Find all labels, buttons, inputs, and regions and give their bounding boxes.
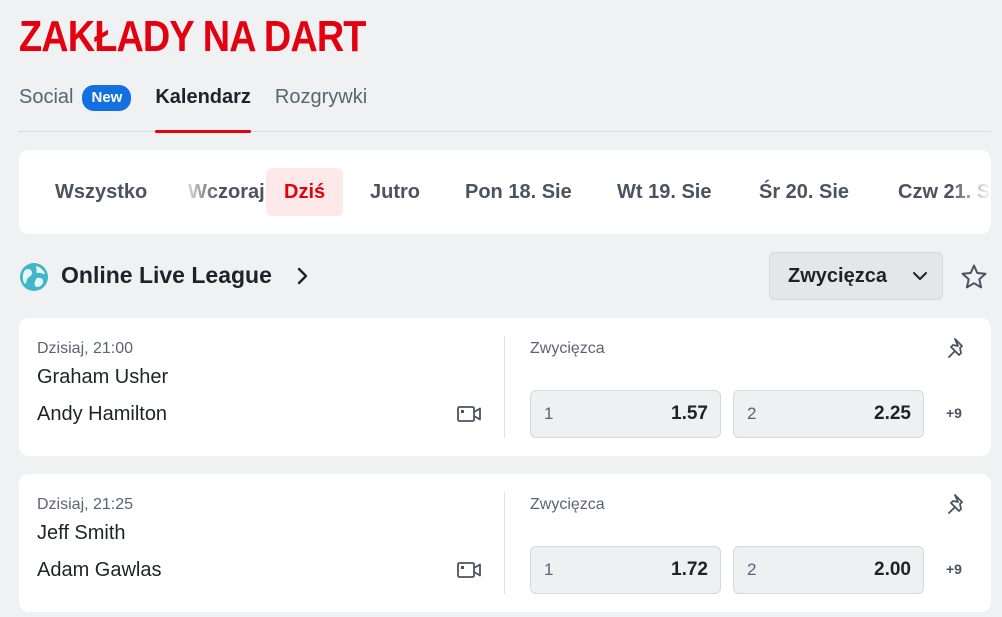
date-filter-czw-21[interactable]: Czw 21. Sie — [880, 168, 991, 216]
odds-button-home[interactable]: 1 1.57 — [530, 390, 721, 438]
odds-value: 2.00 — [874, 559, 911, 580]
video-camera-icon[interactable] — [456, 560, 482, 580]
more-markets-link[interactable]: +9 — [946, 561, 962, 577]
tab-social[interactable]: Social New — [19, 84, 132, 131]
odds-label: 2 — [747, 560, 757, 579]
event-time: Dzisiaj, 21:00 — [37, 340, 134, 357]
date-filter-bar: Wszystko Wczoraj Dziś Jutro Pon 18. Sie … — [19, 150, 991, 234]
odds-label: 1 — [544, 404, 554, 423]
tab-kalendarz[interactable]: Kalendarz — [155, 84, 251, 133]
odds-label: 2 — [747, 404, 757, 423]
odds-button-away[interactable]: 2 2.00 — [733, 546, 924, 594]
league-header: Online Live League Zwycięzca — [19, 252, 991, 300]
tab-bar: Social New Kalendarz Rozgrywki — [19, 84, 991, 133]
date-filter-wt-19[interactable]: Wt 19. Sie — [599, 168, 729, 216]
event-player-2: Andy Hamilton — [37, 403, 168, 425]
event-market-label: Zwycięzca — [530, 340, 605, 357]
odds-button-away[interactable]: 2 2.25 — [733, 390, 924, 438]
tab-social-label: Social — [19, 86, 74, 108]
odds-value: 2.25 — [874, 403, 911, 424]
event-player-2: Adam Gawlas — [37, 559, 162, 581]
star-icon[interactable] — [960, 263, 988, 291]
date-filter-jutro[interactable]: Jutro — [352, 168, 438, 216]
pin-icon[interactable] — [946, 336, 970, 360]
date-filter-dzis[interactable]: Dziś — [266, 168, 344, 216]
tab-kalendarz-label: Kalendarz — [155, 86, 251, 108]
tab-rozgrywki[interactable]: Rozgrywki — [275, 84, 367, 131]
market-select[interactable]: Zwycięzca — [769, 252, 943, 300]
date-filter-sr-20[interactable]: Śr 20. Sie — [741, 168, 867, 216]
page-title: ZAKŁADY NA DART — [19, 12, 366, 61]
event-divider — [504, 492, 505, 594]
event-card[interactable]: Dzisiaj, 21:25 Jeff Smith Adam Gawlas Zw… — [19, 474, 991, 612]
pin-icon[interactable] — [946, 492, 970, 516]
event-player-1: Jeff Smith — [37, 522, 126, 544]
chevron-down-icon — [913, 272, 927, 280]
market-select-value: Zwycięzca — [788, 265, 887, 287]
event-player-1: Graham Usher — [37, 366, 169, 388]
event-time: Dzisiaj, 21:25 — [37, 496, 134, 513]
odds-label: 1 — [544, 560, 554, 579]
league-name-link[interactable]: Online Live League — [61, 262, 272, 289]
new-badge: New — [82, 85, 132, 111]
video-camera-icon[interactable] — [456, 404, 482, 424]
event-market-label: Zwycięzca — [530, 496, 605, 513]
odds-value: 1.57 — [671, 403, 708, 424]
tab-rozgrywki-label: Rozgrywki — [274, 86, 368, 108]
date-filter-pon-18[interactable]: Pon 18. Sie — [447, 168, 590, 216]
odds-button-home[interactable]: 1 1.72 — [530, 546, 721, 594]
date-filter-wszystko[interactable]: Wszystko — [37, 168, 165, 216]
globe-icon — [20, 263, 48, 291]
more-markets-link[interactable]: +9 — [946, 405, 962, 421]
event-divider — [504, 336, 505, 438]
chevron-right-icon[interactable] — [295, 265, 311, 287]
event-card[interactable]: Dzisiaj, 21:00 Graham Usher Andy Hamilto… — [19, 318, 991, 456]
odds-value: 1.72 — [671, 559, 708, 580]
